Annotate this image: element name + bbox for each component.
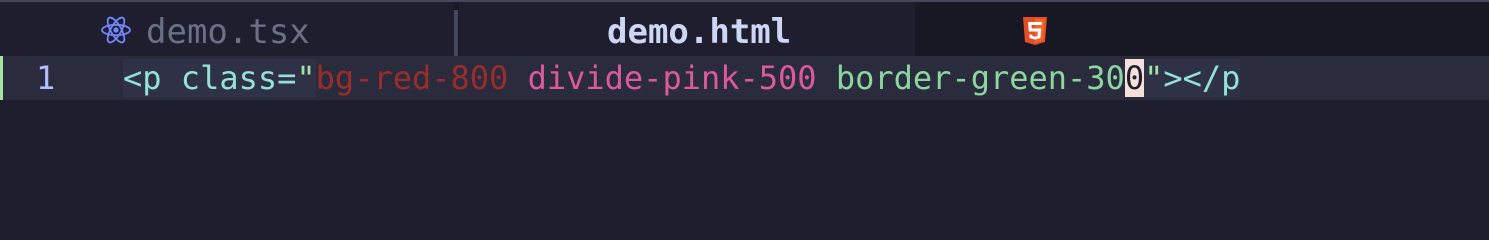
- code-editor: demo.tsx demo.html 1 <p class="bg-red-80…: [0, 0, 1489, 239]
- tab-demo-tsx[interactable]: demo.tsx: [0, 2, 454, 56]
- html5-icon: [1023, 17, 1047, 45]
- token-class-divide-pink-500: divide-pink-500: [527, 59, 817, 97]
- code-line[interactable]: <p class="bg-red-800 divide-pink-500 bor…: [123, 58, 1241, 98]
- tab-label: demo.tsx: [146, 12, 310, 52]
- react-icon: [101, 16, 131, 44]
- token-tag-open: <p: [123, 59, 162, 97]
- token-tag-close: ></p: [1163, 59, 1241, 97]
- line-number: 1: [36, 59, 56, 97]
- token-quote-close: ": [1144, 59, 1164, 97]
- token-equals: =: [277, 59, 297, 97]
- tab-divider: [454, 10, 458, 56]
- tab-label: demo.html: [607, 12, 792, 52]
- token-quote-open: ": [296, 59, 316, 97]
- tab-bar: demo.tsx demo.html: [0, 2, 1489, 56]
- text-cursor: 0: [1124, 59, 1145, 97]
- token-class-bg-red-800: bg-red-800: [315, 59, 509, 97]
- token-class-border-green-300: border-green-30: [835, 59, 1125, 97]
- git-added-marker: [0, 56, 3, 100]
- tab-demo-html[interactable]: demo.html: [459, 2, 1047, 56]
- code-area[interactable]: 1 <p class="bg-red-800 divide-pink-500 b…: [0, 56, 1489, 239]
- token-attribute: class: [180, 59, 278, 97]
